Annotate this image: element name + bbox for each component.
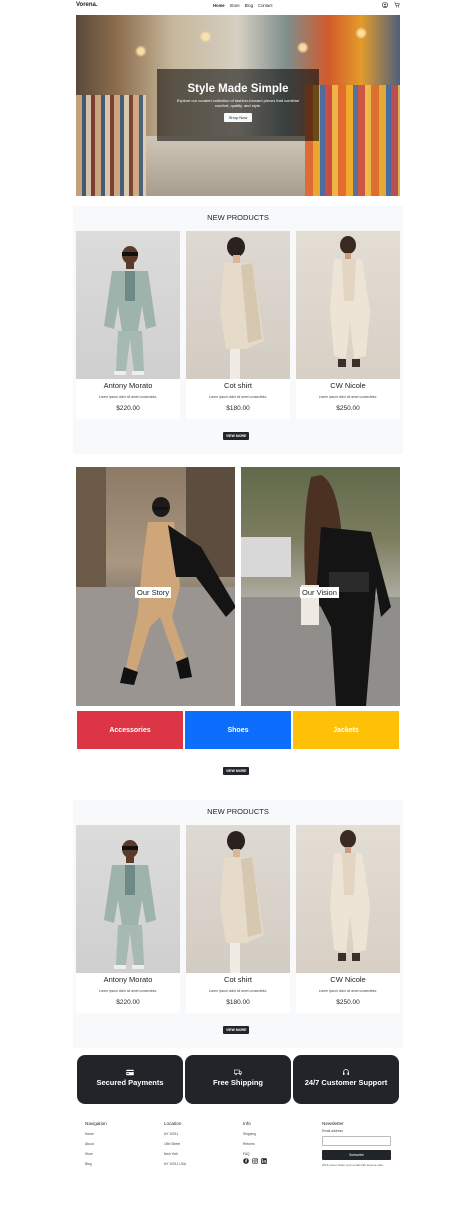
top-navbar: Vorena. Home Store Blog Contact — [0, 0, 472, 12]
feature-label: Free Shipping — [212, 1078, 263, 1087]
footer-info: Info Shipping Returns FAQ — [243, 1121, 267, 1164]
category-jackets[interactable]: Jackets — [293, 711, 399, 749]
hero-store-floor — [146, 136, 305, 196]
product-description: Lorem ipsum dolor sit amet consectetur. — [98, 989, 158, 993]
truck-icon — [234, 1069, 242, 1076]
footer-location-line: NY 10011 — [164, 1132, 179, 1136]
subscribe-button[interactable]: Subscribe — [322, 1149, 391, 1160]
footer-link-returns[interactable]: Returns — [243, 1142, 267, 1146]
product-description: Lorem ipsum dolor sit amet consectetur. — [318, 395, 378, 399]
product-description: Lorem ipsum dolor sit amet consectetur. — [208, 989, 268, 993]
product-image[interactable] — [76, 825, 180, 973]
our-vision-card[interactable]: Our Vision — [241, 467, 400, 706]
product-card[interactable]: CW Nicole Lorem ipsum dolor sit amet con… — [296, 825, 400, 1013]
product-description: Lorem ipsum dolor sit amet consectetur. — [208, 395, 268, 399]
view-more-button[interactable]: VIEW MORE — [223, 432, 250, 440]
category-shoes[interactable]: Shoes — [185, 711, 291, 749]
section-title: NEW PRODUCTS — [207, 807, 269, 816]
view-more-button[interactable]: VIEW MORE — [223, 1026, 250, 1034]
main-nav: Home Store Blog Contact — [213, 3, 272, 8]
feature-secured-payments: Secured Payments — [77, 1055, 183, 1104]
feature-label: 24/7 Customer Support — [304, 1078, 388, 1087]
section-title: NEW PRODUCTS — [207, 213, 269, 222]
facebook-icon[interactable] — [243, 1158, 249, 1164]
credit-card-icon — [126, 1069, 134, 1076]
user-icon[interactable] — [382, 2, 388, 8]
product-price: $250.00 — [336, 999, 360, 1006]
shop-now-button[interactable]: Shop Now — [223, 113, 253, 122]
nav-store[interactable]: Store — [230, 3, 240, 8]
hero-clothing-rack-left — [76, 95, 146, 196]
footer-location-line: New York — [164, 1152, 178, 1156]
product-name[interactable]: Antony Morato — [76, 381, 180, 390]
feature-customer-support: 24/7 Customer Support — [293, 1055, 399, 1104]
hero-title: Style Made Simple — [187, 83, 289, 95]
product-card[interactable]: CW Nicole Lorem ipsum dolor sit amet con… — [296, 231, 400, 419]
nav-blog[interactable]: Blog — [245, 3, 253, 8]
nav-home[interactable]: Home — [213, 3, 225, 8]
feature-label: Secured Payments — [96, 1078, 164, 1087]
product-image[interactable] — [296, 825, 400, 973]
hero-banner: Style Made Simple Explore our curated co… — [76, 15, 400, 196]
new-products-section: NEW PRODUCTS Antony Morato Lorem ipsum d… — [73, 206, 403, 454]
product-price: $180.00 — [226, 405, 250, 412]
product-name[interactable]: CW Nicole — [296, 975, 400, 984]
footer-location-line: 15th Street — [164, 1142, 181, 1146]
our-story-card[interactable]: Our Story — [76, 467, 235, 706]
footer-location-line: NY 10011 USA — [164, 1162, 187, 1166]
product-card[interactable]: Cot shirt Lorem ipsum dolor sit amet con… — [186, 825, 290, 1013]
product-name[interactable]: CW Nicole — [296, 381, 400, 390]
footer-link-blog[interactable]: Blog — [85, 1162, 107, 1166]
footer-link-store[interactable]: Store — [85, 1152, 107, 1156]
linkedin-icon[interactable] — [261, 1158, 267, 1164]
feature-free-shipping: Free Shipping — [185, 1055, 291, 1104]
instagram-icon[interactable] — [252, 1158, 258, 1164]
hero-subtitle: Explore our curated collection of fashio… — [176, 98, 300, 108]
footer-heading: Info — [243, 1121, 251, 1126]
product-card[interactable]: Cot shirt Lorem ipsum dolor sit amet con… — [186, 231, 290, 419]
footer-link-faq[interactable]: FAQ — [243, 1152, 267, 1156]
our-vision-label[interactable]: Our Vision — [300, 587, 339, 598]
product-image[interactable] — [186, 825, 290, 973]
category-accessories[interactable]: Accessories — [77, 711, 183, 749]
product-description: Lorem ipsum dolor sit amet consectetur. — [98, 395, 158, 399]
product-image[interactable] — [296, 231, 400, 379]
product-price: $180.00 — [226, 999, 250, 1006]
footer-link-shipping[interactable]: Shipping — [243, 1132, 267, 1136]
our-story-label[interactable]: Our Story — [135, 587, 172, 598]
product-price: $250.00 — [336, 405, 360, 412]
product-name[interactable]: Antony Morato — [76, 975, 180, 984]
footer-location: Location NY 10011 15th Street New York N… — [164, 1121, 186, 1172]
footer-navigation: Navigation Home About Store Blog — [85, 1121, 107, 1172]
product-card[interactable]: Antony Morato Lorem ipsum dolor sit amet… — [76, 825, 180, 1013]
footer-heading: Location — [164, 1121, 182, 1126]
newsletter-email-input[interactable] — [322, 1136, 391, 1146]
product-card[interactable]: Antony Morato Lorem ipsum dolor sit amet… — [76, 231, 180, 419]
product-description: Lorem ipsum dolor sit amet consectetur. — [318, 989, 378, 993]
product-image[interactable] — [186, 231, 290, 379]
product-price: $220.00 — [116, 405, 140, 412]
social-links — [243, 1158, 267, 1164]
footer-link-about[interactable]: About — [85, 1142, 107, 1146]
footer-heading: Newsletter — [322, 1121, 344, 1126]
cart-icon[interactable] — [394, 2, 400, 8]
product-image[interactable] — [76, 231, 180, 379]
view-more-button[interactable]: VIEW MORE — [223, 767, 250, 775]
brand-logo[interactable]: Vorena. — [76, 2, 98, 8]
product-name[interactable]: Cot shirt — [186, 975, 290, 984]
nav-contact[interactable]: Contact — [258, 3, 272, 8]
footer-link-home[interactable]: Home — [85, 1132, 107, 1136]
header-icons — [382, 2, 400, 8]
hero-caption: Style Made Simple Explore our curated co… — [157, 69, 319, 141]
product-price: $220.00 — [116, 999, 140, 1006]
headset-icon — [343, 1069, 349, 1075]
footer-heading: Navigation — [85, 1121, 107, 1126]
hero-clothing-rack-right — [305, 85, 400, 196]
footer-newsletter: Newsletter Email address Subscribe We'll… — [322, 1121, 391, 1167]
newsletter-note: We'll never share your email with anyone… — [322, 1162, 384, 1167]
email-label: Email address — [322, 1129, 343, 1133]
new-products-section: NEW PRODUCTS Antony Morato Lorem ipsum d… — [73, 800, 403, 1048]
product-name[interactable]: Cot shirt — [186, 381, 290, 390]
